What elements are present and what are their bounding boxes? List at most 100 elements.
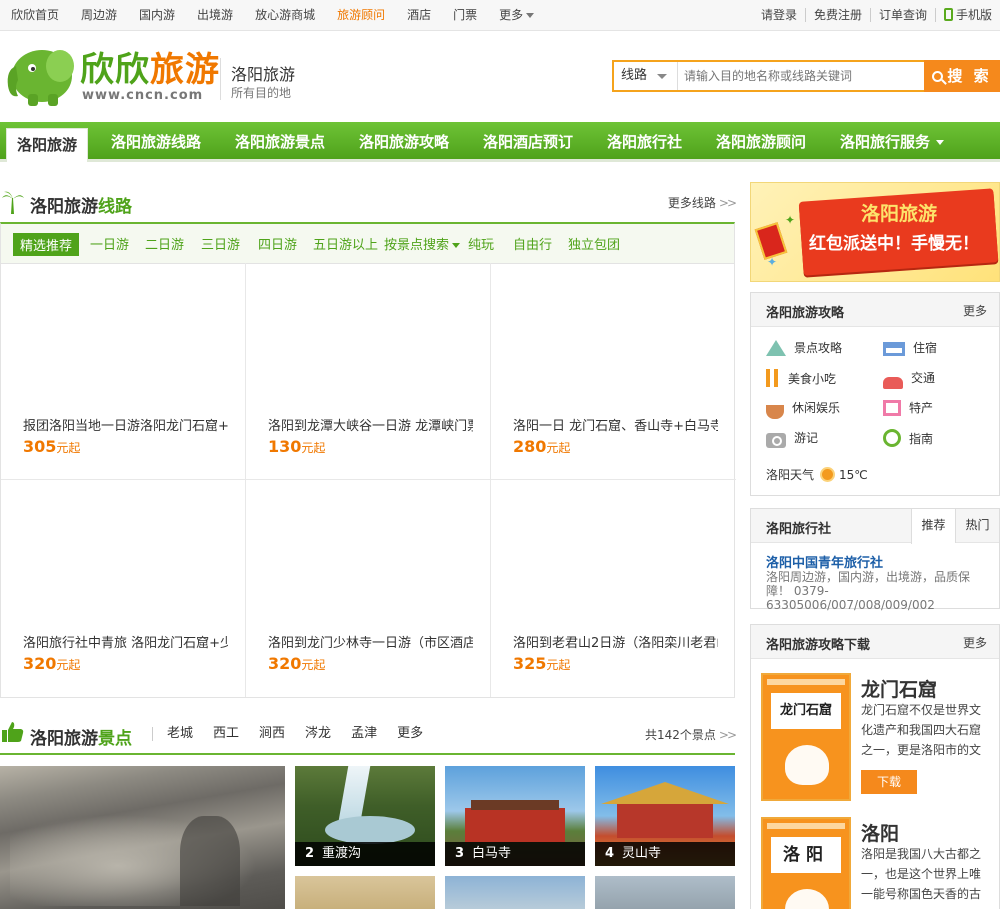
- scenic-thumb[interactable]: [295, 876, 435, 909]
- elephant-logo-icon[interactable]: [2, 36, 82, 108]
- tab-5-day-plus[interactable]: 五日游以上: [313, 234, 378, 253]
- featured-scenic-photo[interactable]: [0, 766, 285, 909]
- topnav-outbound[interactable]: 出境游: [186, 0, 233, 30]
- search-type-select[interactable]: 线路: [614, 62, 678, 90]
- routes-title: 洛阳旅游线路: [30, 192, 132, 217]
- route-image[interactable]: [23, 277, 223, 409]
- logo-url: www.cncn.com: [82, 88, 204, 103]
- download-title[interactable]: 洛阳: [861, 819, 899, 846]
- guide-item-label: 游记: [794, 431, 819, 445]
- tab-3-day[interactable]: 三日游: [201, 234, 240, 253]
- scenic-thumb[interactable]: [445, 876, 585, 909]
- guide-book-cover[interactable]: 龙门石窟: [761, 673, 851, 801]
- photo-pool: [325, 816, 415, 844]
- guide-item-leisure[interactable]: 休闲娱乐: [766, 399, 841, 419]
- main-nav: 洛阳旅游 洛阳旅游线路 洛阳旅游景点 洛阳旅游攻略 洛阳酒店预订 洛阳旅行社 洛…: [0, 122, 1000, 162]
- all-destinations-link[interactable]: 所有目的地: [231, 84, 291, 101]
- download-title[interactable]: 龙门石窟: [861, 675, 937, 702]
- nav-scenic[interactable]: 洛阳旅游景点: [235, 122, 325, 162]
- search-button[interactable]: 搜 索: [924, 60, 1000, 92]
- route-image[interactable]: [513, 277, 713, 409]
- guide-item-label: 休闲娱乐: [792, 401, 841, 415]
- route-card[interactable]: 洛阳一日 龙门石窟、香山寺+白马寺 280元起: [491, 263, 736, 480]
- tab-free-travel[interactable]: 自由行: [513, 234, 552, 253]
- tab-by-scenic[interactable]: 按景点搜索: [384, 234, 461, 253]
- topnav-advisor[interactable]: 旅游顾问: [326, 0, 385, 30]
- guide-item-scenic[interactable]: 景点攻略: [766, 339, 842, 356]
- route-card[interactable]: 洛阳到龙潭大峡谷一日游 龙潭峡门票 130元起: [246, 263, 491, 480]
- tab-1-day[interactable]: 一日游: [90, 234, 129, 253]
- order-query-link[interactable]: 订单查询: [869, 8, 935, 22]
- route-name[interactable]: 洛阳一日 龙门石窟、香山寺+白马寺: [513, 415, 718, 434]
- route-card[interactable]: 洛阳到老君山2日游（洛阳栾川老君山 325元起: [491, 480, 736, 697]
- tab-4-day[interactable]: 四日游: [258, 234, 297, 253]
- topnav-domestic[interactable]: 国内游: [128, 0, 175, 30]
- district-more[interactable]: 更多: [397, 727, 423, 741]
- more-routes-link[interactable]: 更多线路 >>: [668, 194, 737, 211]
- red-packet-banner[interactable]: ✦ ✦ 洛阳旅游 红包派送中！手慢无！: [750, 182, 1000, 282]
- download-button[interactable]: 下载: [861, 770, 917, 794]
- tab-private-group[interactable]: 独立包团: [568, 234, 620, 253]
- login-link[interactable]: 请登录: [753, 8, 805, 22]
- route-name[interactable]: 报团洛阳当地一日游洛阳龙门石窟+少: [23, 415, 228, 434]
- tab-popular[interactable]: 热门: [955, 509, 999, 543]
- route-price-unit: 元起: [56, 441, 81, 455]
- cup-icon: [766, 405, 784, 419]
- tab-recommended[interactable]: 推荐: [911, 509, 955, 544]
- guide-book-cover[interactable]: 洛阳: [761, 817, 851, 909]
- agency-name-link[interactable]: 洛阳中国青年旅行社: [766, 552, 883, 571]
- district-mengjin[interactable]: 孟津: [351, 727, 377, 741]
- topnav-mall[interactable]: 放心游商城: [244, 0, 315, 30]
- topnav-nearby[interactable]: 周边游: [70, 0, 117, 30]
- route-card[interactable]: 洛阳到龙门少林寺一日游（市区酒店 320元起: [246, 480, 491, 697]
- route-image[interactable]: [268, 277, 468, 409]
- topnav-home[interactable]: 欣欣首页: [0, 0, 59, 30]
- route-name[interactable]: 洛阳到龙门少林寺一日游（市区酒店: [268, 632, 473, 651]
- route-image[interactable]: [23, 494, 223, 626]
- guide-item-guide[interactable]: 指南: [883, 429, 933, 447]
- nav-agencies[interactable]: 洛阳旅行社: [607, 122, 682, 162]
- register-link[interactable]: 免费注册: [804, 8, 870, 22]
- search-input[interactable]: [679, 62, 924, 90]
- topnav-tickets[interactable]: 门票: [442, 0, 477, 30]
- guide-item-transport[interactable]: 交通: [883, 369, 935, 389]
- logo-wordmark[interactable]: 欣欣旅游: [80, 50, 220, 90]
- nav-guides[interactable]: 洛阳旅游攻略: [359, 122, 449, 162]
- district-laocheng[interactable]: 老城: [167, 727, 193, 741]
- guide-more-link[interactable]: 更多: [963, 302, 987, 319]
- scenic-total-label: 共142个景点: [644, 728, 716, 742]
- book-cover-band: [767, 823, 845, 829]
- tab-pure-play[interactable]: 纯玩: [468, 234, 494, 253]
- nav-luoyang-travel[interactable]: 洛阳旅游: [6, 128, 89, 162]
- guide-item-lodging[interactable]: 住宿: [883, 339, 937, 356]
- route-card[interactable]: 洛阳旅行社中青旅 洛阳龙门石窟+少 320元起: [1, 480, 246, 697]
- topnav-hotel[interactable]: 酒店: [396, 0, 431, 30]
- guide-item-food[interactable]: 美食小吃: [766, 369, 836, 387]
- nav-hotels[interactable]: 洛阳酒店预订: [483, 122, 573, 162]
- route-image[interactable]: [268, 494, 468, 626]
- guide-item-travelogue[interactable]: 游记: [766, 429, 819, 448]
- nav-services[interactable]: 洛阳旅行服务: [840, 122, 945, 162]
- district-chanlong[interactable]: 涔龙: [305, 727, 331, 741]
- nav-routes[interactable]: 洛阳旅游线路: [111, 122, 201, 162]
- district-jianxi[interactable]: 涧西: [259, 727, 285, 741]
- tab-featured[interactable]: 精选推荐: [13, 233, 80, 256]
- tab-2-day[interactable]: 二日游: [145, 234, 184, 253]
- route-name[interactable]: 洛阳到老君山2日游（洛阳栾川老君山: [513, 632, 718, 651]
- topnav-more[interactable]: 更多: [488, 0, 535, 30]
- scenic-thumb[interactable]: 2 重渡沟: [295, 766, 435, 866]
- district-xigong[interactable]: 西工: [213, 727, 239, 741]
- scenic-total-link[interactable]: 共142个景点 >>: [644, 726, 737, 743]
- mobile-link[interactable]: 手机版: [934, 8, 1000, 22]
- nav-advisors[interactable]: 洛阳旅游顾问: [716, 122, 806, 162]
- scenic-name: 白马寺: [472, 846, 512, 861]
- scenic-thumb[interactable]: 3 白马寺: [445, 766, 585, 866]
- route-name[interactable]: 洛阳旅行社中青旅 洛阳龙门石窟+少: [23, 632, 228, 651]
- route-name[interactable]: 洛阳到龙潭大峡谷一日游 龙潭峡门票: [268, 415, 473, 434]
- guide-item-specialty[interactable]: 特产: [883, 399, 933, 416]
- route-image[interactable]: [513, 494, 713, 626]
- scenic-thumb[interactable]: [595, 876, 735, 909]
- download-more-link[interactable]: 更多: [963, 634, 987, 651]
- scenic-thumb[interactable]: 4 灵山寺: [595, 766, 735, 866]
- route-card[interactable]: 报团洛阳当地一日游洛阳龙门石窟+少 305元起: [1, 263, 246, 480]
